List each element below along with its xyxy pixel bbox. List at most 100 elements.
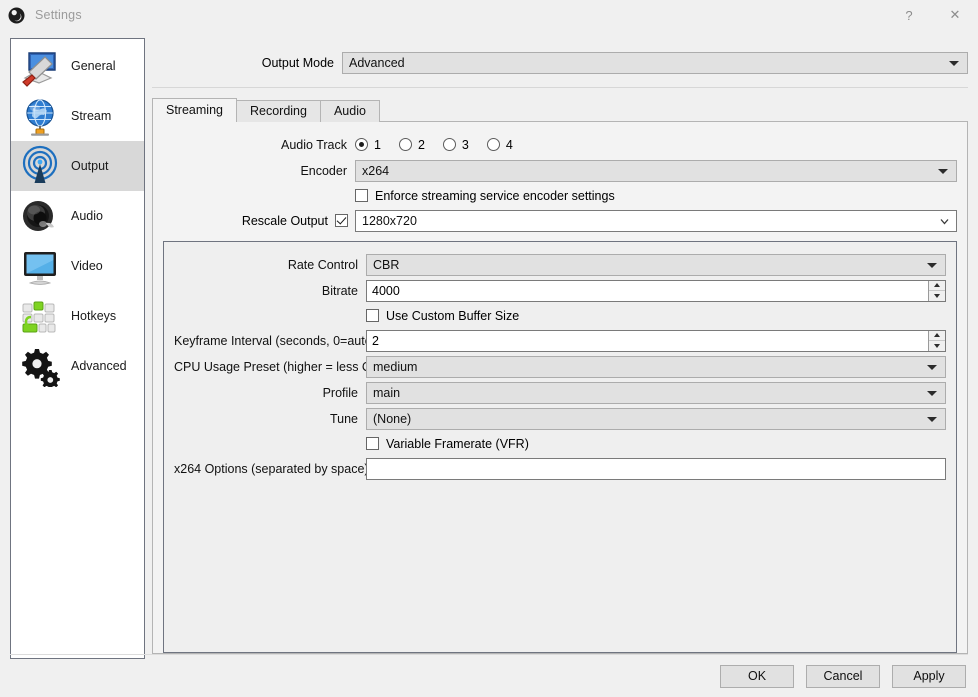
audio-track-option-4[interactable]: 4 [486,137,513,152]
cpu-usage-preset-value: medium [373,359,418,374]
audio-track-option-1[interactable]: 1 [355,138,381,152]
sidebar-item-label: Audio [71,209,103,223]
rescale-output-combo[interactable]: 1280x720 [355,209,957,232]
keyframe-interval-label: Keyframe Interval (seconds, 0=auto) [174,333,376,348]
sidebar-item-label: Video [71,259,103,273]
encoder-select[interactable]: x264 [355,159,957,182]
audio-track-radio-group: 1 2 3 4 [355,138,531,152]
profile-label: Profile [322,385,358,400]
rate-control-label: Rate Control [287,257,358,272]
triangle-down-icon [934,293,940,298]
sidebar-item-stream[interactable]: Stream [11,91,144,141]
rate-control-value: CBR [373,257,400,272]
bitrate-spinbox[interactable]: 4000 [366,279,946,302]
variable-framerate-checkbox[interactable] [366,437,379,451]
encoder-row: Encoder x264 [163,159,957,182]
profile-value: main [373,385,401,400]
help-button[interactable]: ? [886,0,932,30]
bitrate-value: 4000 [372,283,400,298]
sidebar-item-label: Output [71,159,109,173]
x264-options-input[interactable] [366,457,946,480]
output-mode-label: Output Mode [261,56,334,70]
cancel-button[interactable]: Cancel [806,664,880,688]
sidebar-item-hotkeys[interactable]: Hotkeys [11,291,144,341]
bitrate-field: 4000 [366,279,946,302]
radio-label: 2 [417,137,425,152]
tab-recording[interactable]: Recording [235,99,321,122]
radio-icon [355,138,368,152]
cpu-usage-preset-select[interactable]: medium [366,355,946,378]
variable-framerate-row: Variable Framerate (VFR) [174,434,946,454]
tab-bar: Streaming Recording Audio [152,97,968,122]
audio-track-option-3[interactable]: 3 [442,137,469,152]
sidebar-item-general[interactable]: General [11,41,144,91]
output-mode-row: Output Mode Advanced [152,52,968,74]
sidebar-item-video[interactable]: Video [11,241,144,291]
close-icon: ✕ [949,7,961,22]
rescale-output-label-group: Rescale Output [163,214,355,228]
sidebar-item-label: Hotkeys [71,309,117,323]
rate-control-select[interactable]: CBR [366,253,946,276]
chevron-down-icon [927,262,937,268]
use-custom-buffer-size-label: Use Custom Buffer Size [386,308,520,323]
rescale-output-field: 1280x720 [355,209,957,232]
keyframe-interval-spinbox[interactable]: 2 [366,329,946,352]
encoder-label: Encoder [300,163,347,178]
tune-select[interactable]: (None) [366,407,946,430]
radio-icon [398,138,412,152]
hotkeys-icon [17,293,63,339]
output-mode-select[interactable]: Advanced [342,52,968,74]
profile-select[interactable]: main [366,381,946,404]
settings-content: Output Mode Advanced Streaming Recording… [152,38,968,655]
spinner-up-button[interactable] [929,330,945,341]
dialog-body: General Stream Output Audio Video Hotkey… [0,30,978,659]
ok-button-label: OK [747,669,767,683]
triangle-up-icon [934,333,940,338]
settings-sidebar: General Stream Output Audio Video Hotkey… [10,38,145,659]
tune-label: Tune [329,411,358,426]
apply-button[interactable]: Apply [892,664,966,688]
obs-logo-icon [8,7,25,24]
spinner-up-button[interactable] [929,280,945,291]
apply-button-label: Apply [913,669,945,683]
sidebar-item-output[interactable]: Output [11,141,144,191]
radio-label: 3 [461,137,469,152]
tab-streaming[interactable]: Streaming [152,97,237,122]
ok-button[interactable]: OK [720,664,794,688]
use-custom-buffer-size-checkbox[interactable] [366,309,379,323]
sidebar-item-label: General [71,59,116,73]
audio-track-option-2[interactable]: 2 [398,137,425,152]
rescale-output-label: Rescale Output [241,213,328,228]
tab-audio[interactable]: Audio [319,99,380,122]
spinner-buttons [928,330,945,351]
sidebar-item-advanced[interactable]: Advanced [11,341,144,391]
keyframe-interval-field: 2 [366,329,946,352]
profile-field: main [366,381,946,404]
audio-track-field: 1 2 3 4 [355,138,957,152]
close-button[interactable]: ✕ [932,0,978,30]
spinner-down-button[interactable] [929,340,945,351]
radio-label: 4 [505,137,513,152]
title-bar: Settings ? ✕ [0,0,978,30]
bitrate-row: Bitrate 4000 [174,279,946,302]
profile-row: Profile main [174,381,946,404]
sidebar-item-label: Stream [71,109,112,123]
enforce-service-settings-row: Enforce streaming service encoder settin… [163,186,957,206]
rescale-output-checkbox[interactable] [335,214,348,228]
tab-label: Audio [333,104,366,119]
spinner-down-button[interactable] [929,290,945,301]
sidebar-item-audio[interactable]: Audio [11,191,144,241]
cancel-button-label: Cancel [823,669,863,683]
help-icon: ? [905,7,913,23]
enforce-service-settings-checkbox[interactable] [355,189,368,203]
encoder-field: x264 [355,159,957,182]
enforce-service-settings-label: Enforce streaming service encoder settin… [375,188,615,203]
video-icon [17,243,63,289]
chevron-down-icon [927,364,937,370]
x264-options-row: x264 Options (separated by space) [174,457,946,480]
chevron-down-icon [938,168,948,174]
advanced-icon [17,343,63,389]
audio-track-label: Audio Track [280,137,347,152]
output-icon [17,143,63,189]
header-divider [152,87,968,88]
